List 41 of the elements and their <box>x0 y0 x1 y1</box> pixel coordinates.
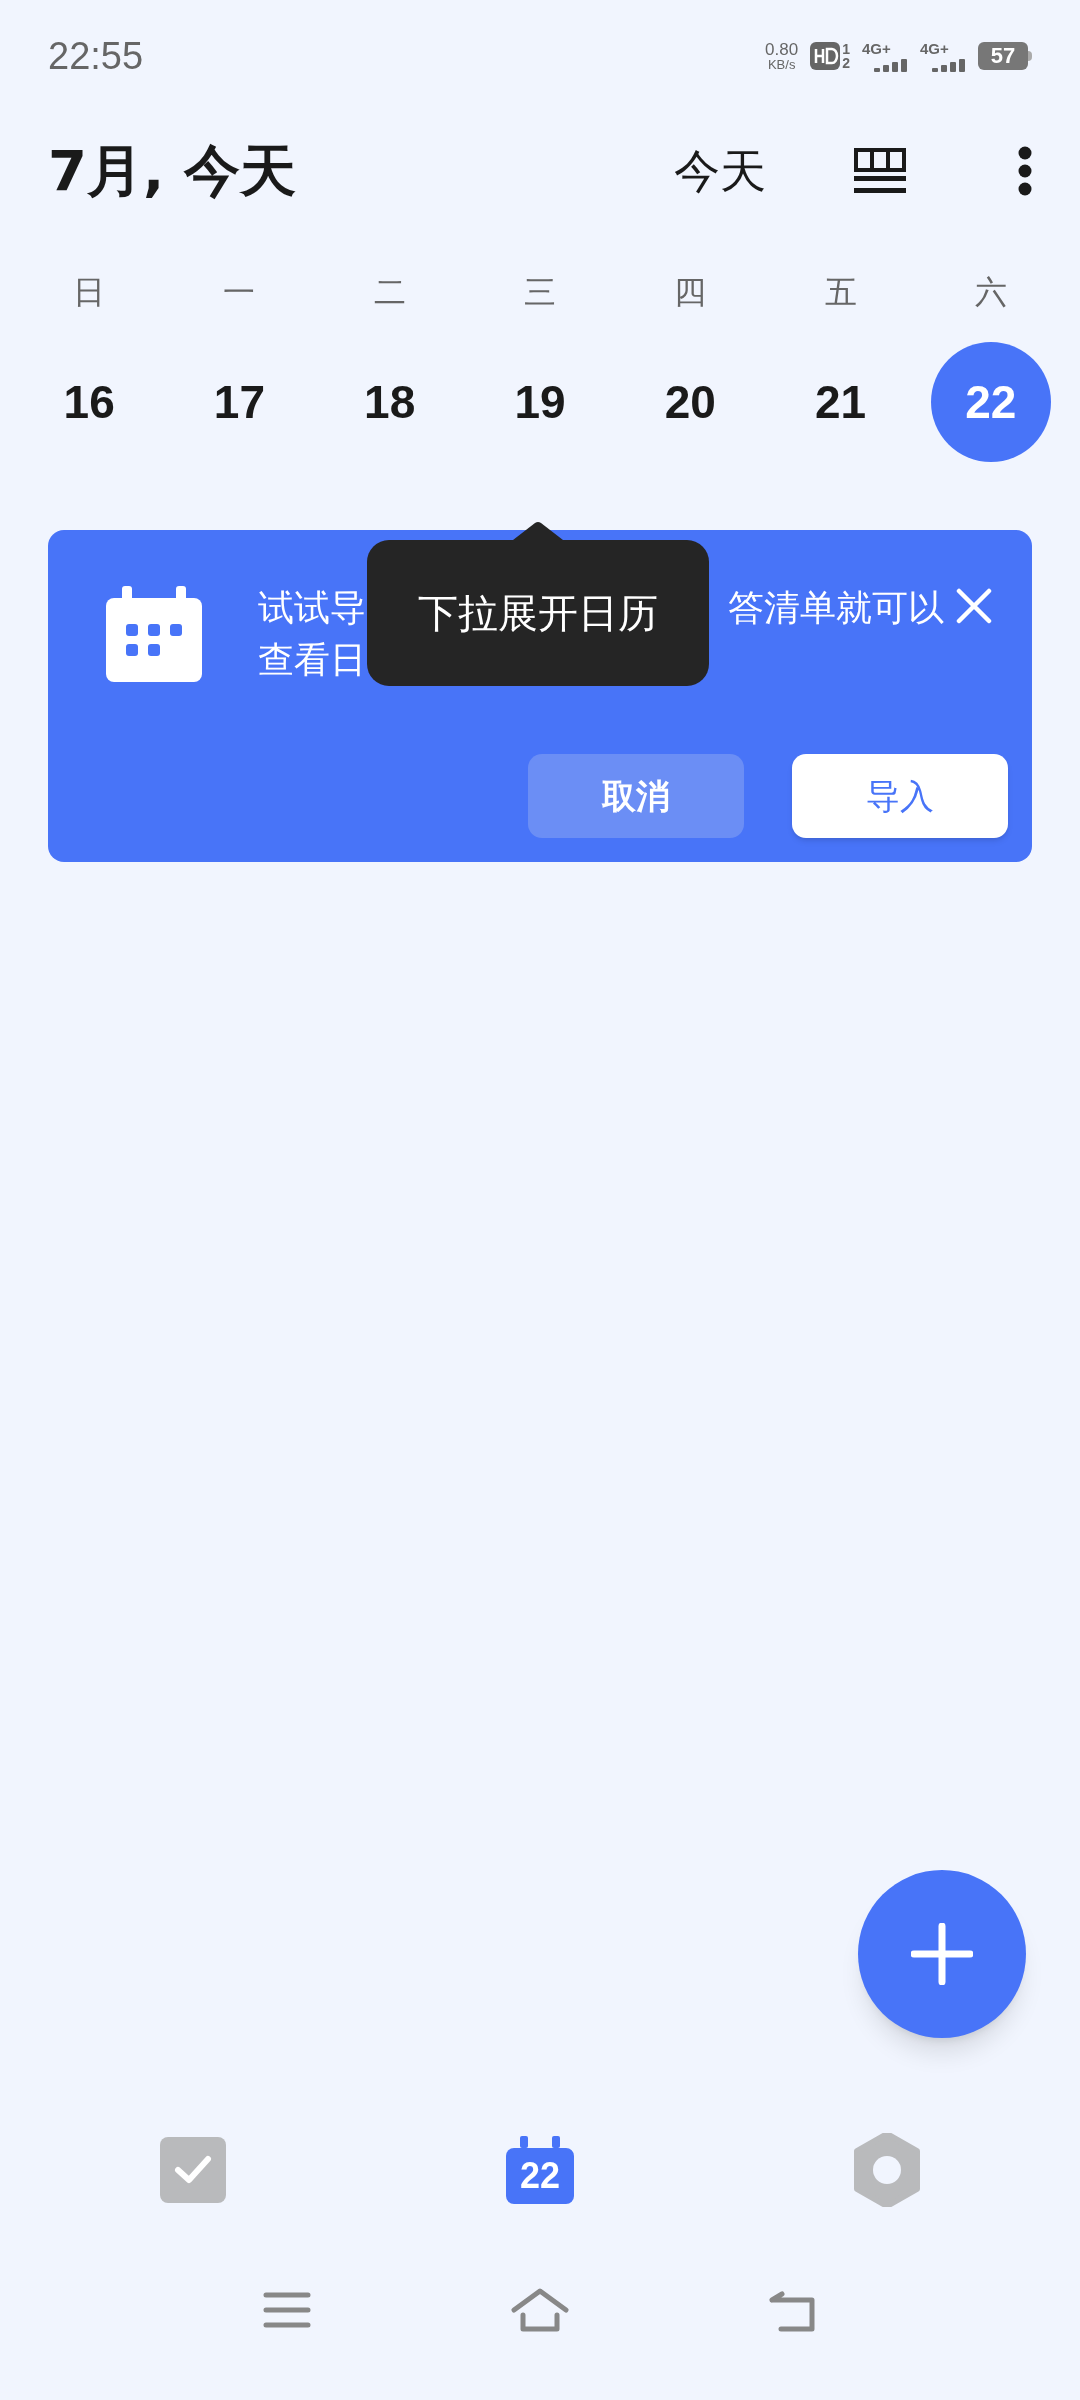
tooltip-arrow-icon <box>513 522 563 540</box>
network-type: 4G+ <box>862 40 891 56</box>
today-button[interactable]: 今天 <box>674 136 766 206</box>
checkbox-icon[interactable] <box>160 2137 227 2203</box>
sim-number: 1 <box>842 42 850 56</box>
weekday-label: 五 <box>824 272 857 313</box>
date-cell[interactable]: 21 <box>780 342 901 462</box>
network-speed-unit: KB/s <box>767 58 796 71</box>
month-title: 7月, 今天 <box>48 137 297 205</box>
status-time: 22:55 <box>48 33 144 79</box>
date-cell[interactable]: 16 <box>29 342 150 462</box>
sim-number: 2 <box>842 56 850 70</box>
weekday-label: 日 <box>73 272 106 313</box>
close-icon[interactable] <box>956 588 992 624</box>
date-cell[interactable]: 19 <box>480 342 600 462</box>
calendar-icon <box>106 586 202 682</box>
home-icon[interactable] <box>511 2288 569 2332</box>
weekday-label: 一 <box>223 272 256 313</box>
battery-indicator: 57 <box>978 42 1032 70</box>
view-toggle-icon[interactable] <box>854 148 906 194</box>
network-speed: 0.80 <box>765 41 799 58</box>
banner-text: 试试导 <box>258 586 366 630</box>
import-button[interactable]: 导入 <box>792 754 1008 838</box>
date-cell[interactable]: 20 <box>630 342 751 462</box>
date-cell[interactable]: 22 <box>930 342 1051 462</box>
banner-text: 查看日 <box>258 638 367 682</box>
more-icon[interactable] <box>1018 146 1032 196</box>
weekday-label: 三 <box>524 272 556 313</box>
network-type: 4G+ <box>920 40 949 56</box>
settings-icon[interactable] <box>852 2133 921 2207</box>
date-cell[interactable]: 17 <box>179 342 300 462</box>
weekday-label: 二 <box>373 272 406 313</box>
weekday-label: 四 <box>674 272 707 313</box>
banner-text: 答清单就可以 <box>728 586 944 630</box>
tooltip: 下拉展开日历 <box>367 540 709 686</box>
plus-icon <box>911 1923 973 1985</box>
date-cell[interactable]: 18 <box>329 342 450 462</box>
back-icon[interactable] <box>769 2288 817 2332</box>
menu-icon[interactable] <box>263 2291 311 2329</box>
weekday-label: 六 <box>974 272 1007 313</box>
hd-icon <box>810 42 841 70</box>
